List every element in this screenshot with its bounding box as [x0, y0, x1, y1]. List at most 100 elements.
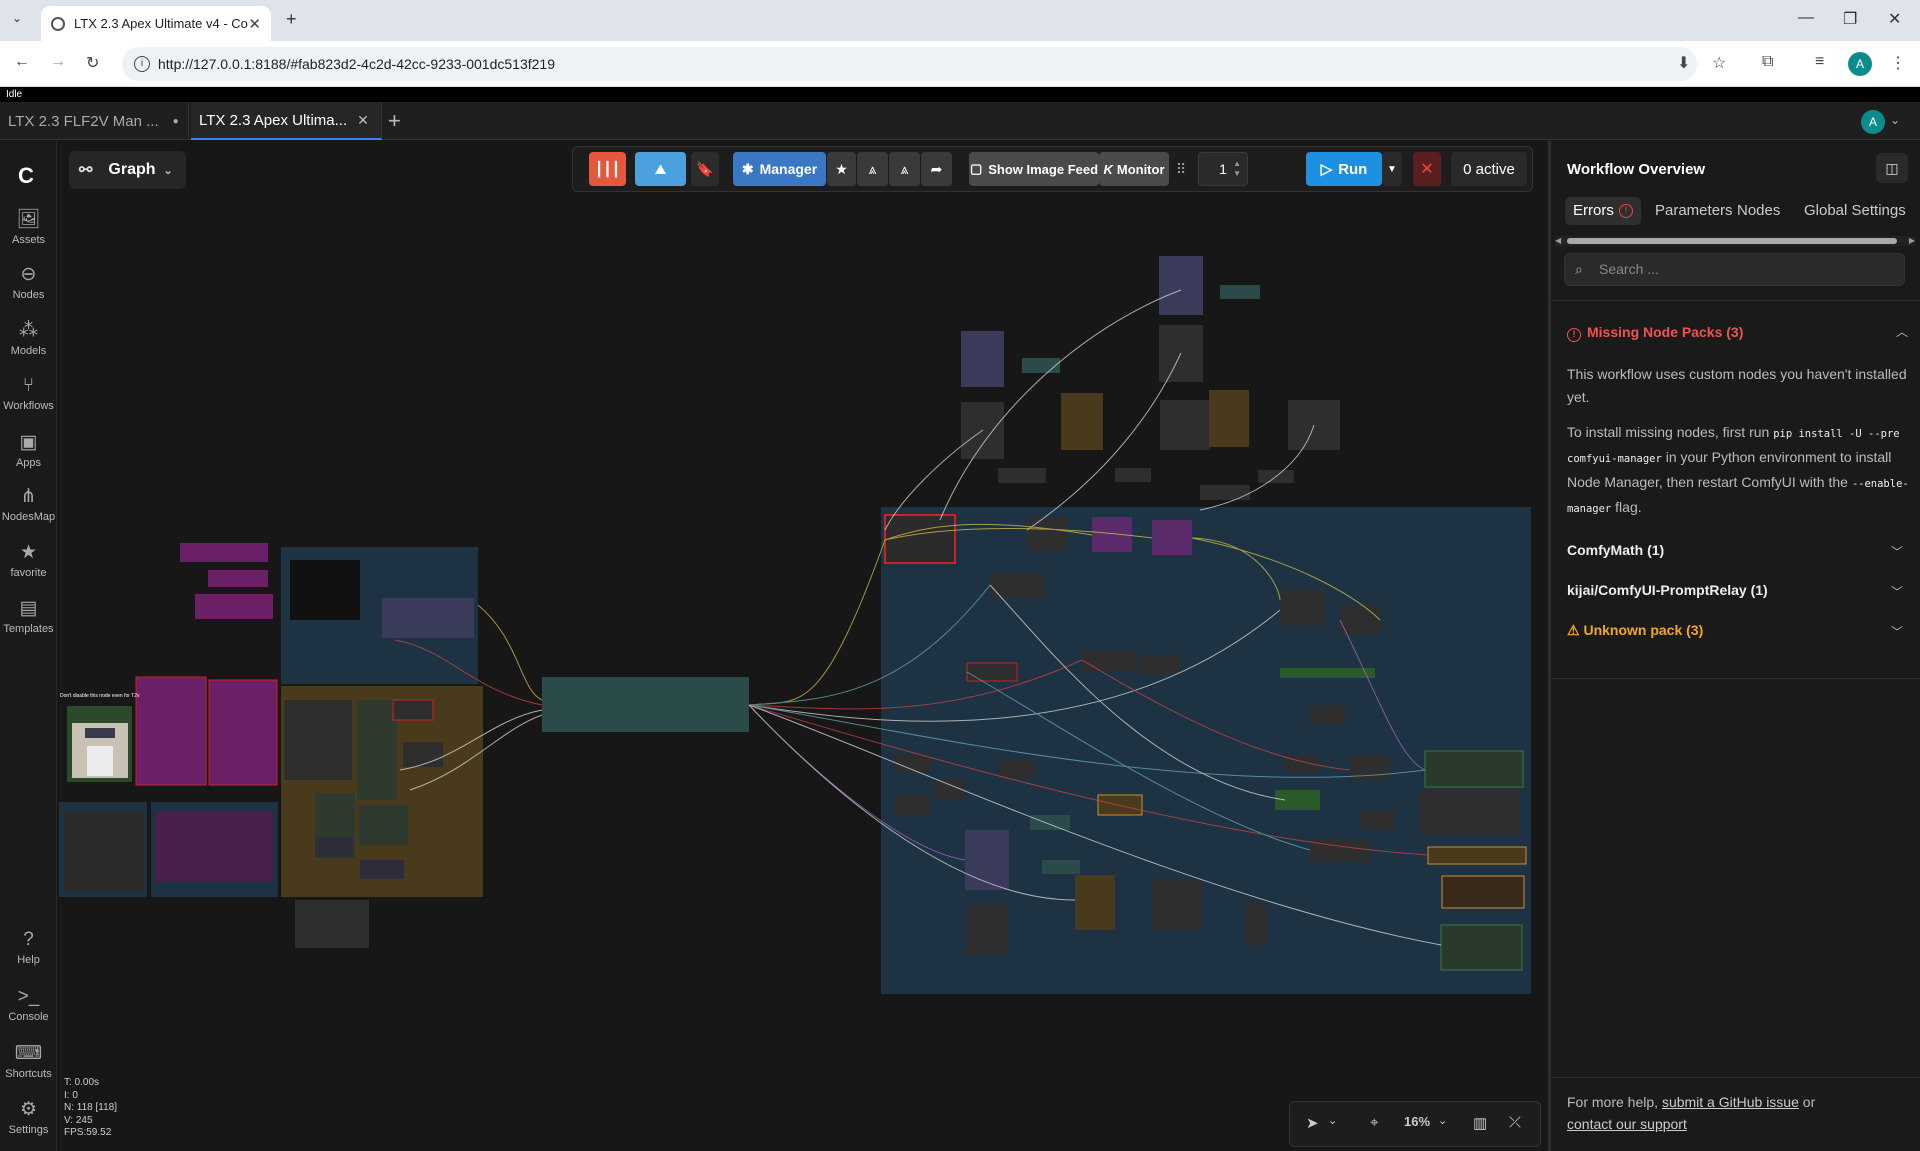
node[interactable] [180, 543, 268, 562]
node[interactable] [1030, 815, 1070, 830]
graph-canvas[interactable]: Don't disable this node even for T2v [57, 141, 1548, 1151]
queue-panel-button[interactable]: ┃┃┃ [589, 152, 626, 186]
node[interactable] [1152, 880, 1202, 930]
close-tab-icon[interactable]: ✕ [248, 15, 261, 33]
monitor-button[interactable]: K Monitor [1099, 152, 1169, 186]
node[interactable] [1420, 790, 1520, 835]
node[interactable] [1027, 517, 1067, 552]
cancel-run-button[interactable]: ✕ [1413, 152, 1441, 186]
share-button[interactable]: ➦ [921, 152, 952, 186]
chevron-down-icon[interactable]: ⌄ [1890, 113, 1900, 127]
sidebar-item-nodesmap[interactable]: ⋔ NodesMap [0, 485, 57, 523]
node[interactable] [295, 900, 369, 948]
node[interactable] [542, 677, 749, 732]
mountain-logo-button[interactable]: ⛰ [635, 152, 686, 186]
model-button[interactable]: ⩓ [857, 152, 888, 186]
sidebar-item-templates[interactable]: ▤ Templates [0, 597, 57, 635]
sidebar-item-console[interactable]: >_ Console [0, 986, 57, 1023]
tab-global-settings[interactable]: Global Settings [1796, 197, 1914, 225]
manager-button[interactable]: ✱ Manager [733, 152, 826, 186]
node[interactable] [1115, 468, 1151, 482]
node[interactable] [1245, 903, 1267, 945]
chevron-down-icon[interactable]: ⌄ [1328, 1114, 1337, 1127]
search-input[interactable]: ⌕ Search ... [1564, 253, 1905, 286]
close-icon[interactable]: ✕ [357, 112, 369, 129]
node[interactable] [382, 598, 474, 638]
pointer-icon[interactable]: ➤ [1306, 1114, 1319, 1132]
close-window-icon[interactable]: ✕ [1888, 9, 1901, 29]
node[interactable] [392, 699, 434, 721]
workflow-tab-apex[interactable]: LTX 2.3 Apex Ultima... ✕ [191, 102, 382, 140]
node[interactable] [966, 662, 1018, 682]
node[interactable] [1424, 750, 1524, 788]
node[interactable] [357, 700, 397, 800]
minimap-icon[interactable]: ▥ [1473, 1114, 1487, 1132]
sidebar-item-shortcuts[interactable]: ⌨ Shortcuts [0, 1042, 57, 1080]
node[interactable] [195, 594, 273, 619]
sidebar-item-favorite[interactable]: ★ favorite [0, 541, 57, 579]
node[interactable] [208, 570, 268, 587]
active-queue-badge[interactable]: 0 active [1451, 152, 1527, 186]
bookmark-button[interactable]: 🔖 [691, 152, 719, 186]
workflow-tab-flf2v[interactable]: LTX 2.3 FLF2V Man ... ● [0, 102, 189, 140]
scroll-right-icon[interactable]: ▶ [1909, 236, 1915, 245]
profile-avatar[interactable]: A [1848, 52, 1872, 76]
node[interactable] [1075, 875, 1115, 930]
node[interactable] [884, 514, 956, 564]
drag-handle-icon[interactable]: ⠿ [1173, 152, 1189, 186]
chevron-down-icon[interactable]: ﹀ [1891, 583, 1903, 600]
chrome-menu-icon[interactable]: ⋮ [1890, 53, 1906, 73]
node[interactable] [155, 812, 273, 882]
node[interactable] [1209, 390, 1249, 447]
node[interactable] [895, 795, 930, 815]
chevron-down-icon[interactable]: ﹀ [1891, 543, 1903, 560]
node[interactable] [403, 742, 443, 767]
tab-nodes[interactable]: Nodes [1729, 197, 1788, 225]
node[interactable] [284, 700, 352, 780]
github-issue-link[interactable]: submit a GitHub issue [1662, 1094, 1799, 1110]
comfy-logo-icon[interactable]: C [18, 163, 34, 189]
node[interactable] [1280, 668, 1375, 678]
sidebar-item-settings[interactable]: ⚙ Settings [0, 1098, 57, 1136]
node[interactable] [1310, 705, 1345, 723]
node[interactable] [967, 905, 1007, 955]
sidebar-item-assets[interactable]: 🖼 Assets [0, 207, 57, 246]
restore-icon[interactable]: ❐ [1843, 9, 1857, 29]
node[interactable] [1160, 400, 1210, 450]
bookmark-star-icon[interactable]: ☆ [1712, 53, 1726, 73]
back-icon[interactable]: ← [14, 53, 30, 71]
extensions-icon[interactable]: ⧉ [1762, 53, 1773, 71]
node[interactable] [1042, 860, 1080, 874]
node[interactable] [290, 560, 360, 620]
node[interactable] [1000, 760, 1035, 778]
node[interactable] [360, 860, 404, 879]
hide-links-icon[interactable]: ⤫ [1509, 1114, 1521, 1131]
forward-icon[interactable]: → [50, 53, 66, 71]
sidebar-item-workflows[interactable]: ⑂ Workflows [0, 375, 57, 412]
chevron-up-icon[interactable]: ︿ [1896, 323, 1908, 340]
sidebar-item-help[interactable]: ? Help [0, 929, 57, 966]
node[interactable] [1152, 520, 1192, 555]
sidebar-item-models[interactable]: ⁂ Models [0, 319, 57, 357]
tab-errors[interactable]: Errors! [1565, 197, 1641, 225]
scrollbar-thumb[interactable] [1567, 238, 1897, 244]
node[interactable] [1440, 924, 1523, 971]
zoom-level[interactable]: 16% [1404, 1114, 1430, 1129]
minimize-icon[interactable]: — [1798, 9, 1814, 27]
node[interactable] [1200, 485, 1250, 500]
node[interactable] [1159, 256, 1203, 315]
missing-packs-heading[interactable]: ! Missing Node Packs (3) [1567, 324, 1743, 342]
node[interactable] [1140, 655, 1180, 675]
node[interactable] [358, 805, 408, 845]
node[interactable] [998, 468, 1046, 483]
node[interactable] [935, 780, 965, 800]
pack-promptrelay[interactable]: kijai/ComfyUI-PromptRelay (1) [1567, 582, 1768, 598]
run-options-button[interactable]: ▼ [1382, 152, 1402, 186]
node[interactable] [1280, 590, 1325, 625]
toggle-panel-button[interactable]: ◫ [1876, 153, 1908, 183]
node[interactable] [1427, 846, 1527, 865]
batch-count-input[interactable]: 1 ▲ ▼ [1198, 152, 1248, 186]
support-link[interactable]: contact our support [1567, 1116, 1687, 1132]
stepper-icon[interactable]: ▲ ▼ [1233, 159, 1241, 179]
sidebar-item-nodes[interactable]: ⊖ Nodes [0, 263, 57, 301]
